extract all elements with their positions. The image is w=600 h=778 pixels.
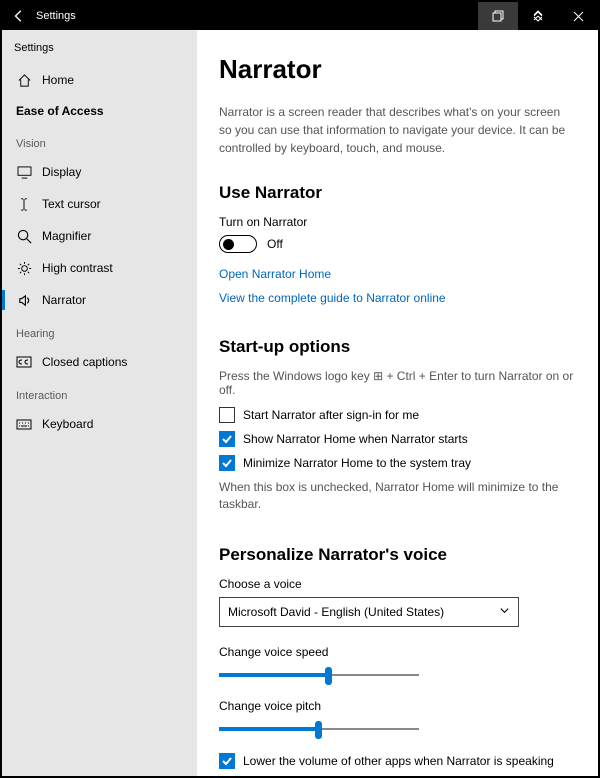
toggle-state: Off [267,237,283,251]
sidebar-category-hearing: Hearing [2,316,197,346]
voice-selected: Microsoft David - English (United States… [228,605,444,619]
sidebar-item-text-cursor[interactable]: Text cursor [2,188,197,220]
magnifier-icon [16,228,32,244]
sidebar-item-label: Display [42,165,81,179]
back-button[interactable] [10,7,28,25]
narrator-icon [16,292,32,308]
chevron-down-icon [499,605,510,619]
speed-slider-label: Change voice speed [219,645,576,659]
voice-select[interactable]: Microsoft David - English (United States… [219,597,519,627]
tray-note: When this box is unchecked, Narrator Hom… [219,479,576,513]
sidebar-item-label: Text cursor [42,197,101,211]
home-icon [16,72,32,88]
sidebar-category-vision: Vision [2,126,197,156]
closed-captions-icon [16,354,32,370]
sidebar-item-display[interactable]: Display [2,156,197,188]
checkbox-show-home[interactable] [219,431,235,447]
page-title: Narrator [219,54,576,85]
narrator-guide-link[interactable]: View the complete guide to Narrator onli… [219,291,576,305]
close-button[interactable] [558,2,598,30]
sidebar-item-label: High contrast [42,261,113,275]
sidebar-item-narrator[interactable]: Narrator [2,284,197,316]
sidebar-item-label: Keyboard [42,417,93,431]
high-contrast-icon [16,260,32,276]
restore-down-button[interactable] [478,2,518,30]
sidebar-item-magnifier[interactable]: Magnifier [2,220,197,252]
checkbox-label: Minimize Narrator Home to the system tra… [243,456,471,470]
sidebar: Settings Home Ease of Access Vision Disp… [2,30,197,776]
toggle-label: Turn on Narrator [219,215,576,229]
use-narrator-heading: Use Narrator [219,183,576,203]
sidebar-item-label: Magnifier [42,229,91,243]
sidebar-item-label: Ease of Access [16,104,104,118]
pitch-slider-label: Change voice pitch [219,699,576,713]
checkbox-lower-volume[interactable] [219,753,235,769]
checkbox-minimize-tray[interactable] [219,455,235,471]
sidebar-item-label: Narrator [42,293,86,307]
text-cursor-icon [16,196,32,212]
window-title: Settings [36,10,478,22]
sidebar-item-label: Home [42,73,74,87]
checkbox-label: Start Narrator after sign-in for me [243,408,419,422]
voice-heading: Personalize Narrator's voice [219,545,576,565]
choose-voice-label: Choose a voice [219,577,576,591]
sidebar-item-closed-captions[interactable]: Closed captions [2,346,197,378]
checkbox-label: Lower the volume of other apps when Narr… [243,754,554,768]
titlebar: Settings [2,2,598,30]
open-narrator-home-link[interactable]: Open Narrator Home [219,267,576,281]
display-icon [16,164,32,180]
content-pane: Narrator Narrator is a screen reader tha… [197,30,598,776]
page-description: Narrator is a screen reader that describ… [219,103,576,157]
startup-shortcut-note: Press the Windows logo key ⊞ + Ctrl + En… [219,369,576,397]
sidebar-item-home[interactable]: Home [2,64,197,96]
checkbox-label: Show Narrator Home when Narrator starts [243,432,468,446]
sidebar-item-label: Closed captions [42,355,127,369]
sidebar-header: Settings [2,38,197,64]
checkbox-start-after-signin[interactable] [219,407,235,423]
sidebar-item-high-contrast[interactable]: High contrast [2,252,197,284]
sidebar-category-interaction: Interaction [2,378,197,408]
narrator-toggle[interactable] [219,235,257,253]
pitch-slider[interactable] [219,719,519,739]
keyboard-icon [16,416,32,432]
speed-slider[interactable] [219,665,519,685]
sidebar-item-ease-of-access[interactable]: Ease of Access [2,96,197,126]
sidebar-item-keyboard[interactable]: Keyboard [2,408,197,440]
startup-heading: Start-up options [219,337,576,357]
maximize-button[interactable] [518,2,558,30]
